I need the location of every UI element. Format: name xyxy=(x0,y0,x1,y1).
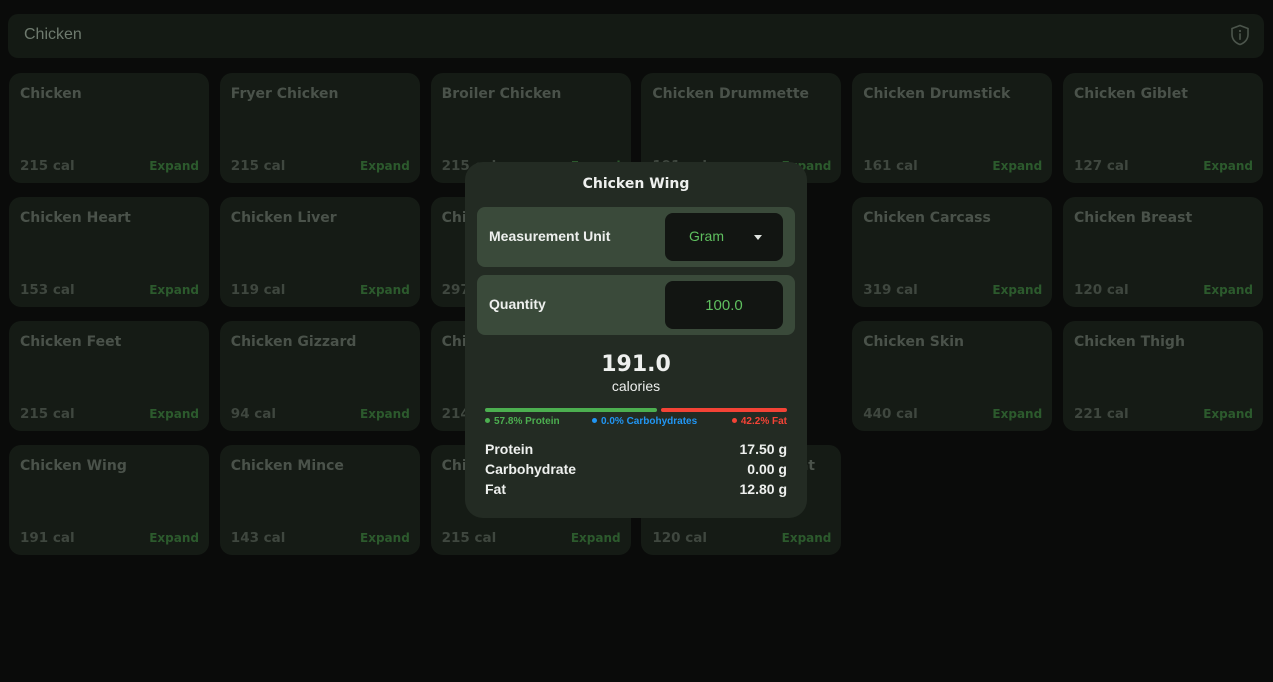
food-name: Chicken Carcass xyxy=(863,210,991,226)
food-name: Chicken xyxy=(20,86,82,102)
food-name: Chicken Skin xyxy=(863,334,964,350)
expand-button[interactable]: Expand xyxy=(360,159,410,173)
expand-button[interactable]: Expand xyxy=(149,283,199,297)
measurement-unit-row: Measurement Unit Gram xyxy=(477,207,795,267)
expand-button[interactable]: Expand xyxy=(149,159,199,173)
quantity-row: Quantity xyxy=(477,275,795,335)
food-calories: 127 cal xyxy=(1074,158,1129,174)
food-calories: 215 cal xyxy=(20,406,75,422)
protein-dot xyxy=(485,418,490,423)
search-input[interactable]: Chicken xyxy=(24,26,82,44)
food-card[interactable]: Chicken Breast 120 cal Expand xyxy=(1063,197,1263,307)
protein-legend-text: 57.8% Protein xyxy=(494,416,560,427)
calories-label: calories xyxy=(611,378,661,394)
protein-bar xyxy=(485,408,658,412)
measurement-unit-label: Measurement Unit xyxy=(489,228,611,244)
expand-button[interactable]: Expand xyxy=(360,531,410,545)
food-name: Chicken Feet xyxy=(20,334,122,350)
food-name: Fryer Chicken xyxy=(230,86,339,102)
expand-button[interactable]: Expand xyxy=(992,407,1042,421)
fat-dot xyxy=(731,418,737,423)
food-card[interactable]: Chicken Giblet 127 cal Expand xyxy=(1063,73,1263,183)
modal-title: Chicken Wing xyxy=(582,176,690,192)
quantity-label: Quantity xyxy=(489,296,546,312)
macro-name: Fat xyxy=(485,481,506,497)
carbs-dot xyxy=(592,418,597,423)
expand-button[interactable]: Expand xyxy=(360,283,410,297)
macro-name: Carbohydrate xyxy=(485,461,577,477)
fat-legend: 42.2% Fat xyxy=(731,416,787,427)
food-card[interactable]: Chicken Skin 440 cal Expand xyxy=(852,321,1053,431)
food-calories: 191 cal xyxy=(20,530,75,546)
food-name: Broiler Chicken xyxy=(441,86,562,102)
food-name: Chicken Drummette xyxy=(652,86,810,102)
food-card[interactable]: Chicken Liver 119 cal Expand xyxy=(219,197,420,307)
food-calories: 319 cal xyxy=(863,282,918,298)
expand-button[interactable]: Expand xyxy=(149,531,199,545)
food-name: Chicken Breast xyxy=(1074,210,1193,226)
macro-value: 0.00 g xyxy=(747,461,787,477)
food-calories: 215 cal xyxy=(441,530,497,546)
macro-value: 12.80 g xyxy=(739,481,787,497)
food-name: Chicken Drumstick xyxy=(863,86,1011,102)
macro-name: Protein xyxy=(485,441,534,457)
carbs-legend-text: 0.0% Carbohydrates xyxy=(601,416,698,427)
food-calories: 215 cal xyxy=(20,158,75,174)
food-card[interactable]: Chicken Drumstick 161 cal Expand xyxy=(852,73,1053,183)
food-calories: 215 cal xyxy=(230,158,286,174)
food-detail-modal: Chicken Wing Measurement Unit Gram Quant… xyxy=(465,162,807,518)
food-calories: 119 cal xyxy=(230,282,286,298)
expand-button[interactable]: Expand xyxy=(1203,407,1253,421)
macro-row-carbohydrate: Carbohydrate 0.00 g xyxy=(485,461,787,481)
carbs-legend: 0.0% Carbohydrates xyxy=(592,416,697,427)
food-card[interactable]: Chicken Thigh 221 cal Expand xyxy=(1063,321,1263,431)
expand-button[interactable]: Expand xyxy=(992,283,1042,297)
caret-down-icon xyxy=(754,235,762,240)
food-name: Chicken Giblet xyxy=(1074,86,1188,102)
food-calories: 221 cal xyxy=(1074,406,1129,422)
food-card[interactable]: Fryer Chicken 215 cal Expand xyxy=(219,73,420,183)
food-card[interactable]: Chicken Mince 143 cal Expand xyxy=(219,445,420,555)
expand-button[interactable]: Expand xyxy=(992,159,1042,173)
macro-row-protein: Protein 17.50 g xyxy=(485,441,787,461)
food-calories: 94 cal xyxy=(230,406,277,422)
food-calories: 120 cal xyxy=(1074,282,1129,298)
fat-bar xyxy=(661,408,787,412)
quantity-input[interactable] xyxy=(665,281,783,329)
food-calories: 153 cal xyxy=(20,282,75,298)
food-name: Chicken Gizzard xyxy=(230,334,357,350)
food-calories: 440 cal xyxy=(863,406,918,422)
expand-button[interactable]: Expand xyxy=(571,531,621,545)
food-card[interactable]: Chicken Gizzard 94 cal Expand xyxy=(219,321,420,431)
food-card[interactable]: Chicken Carcass 319 cal Expand xyxy=(852,197,1053,307)
food-name: Chicken Heart xyxy=(20,210,131,226)
expand-button[interactable]: Expand xyxy=(1203,283,1253,297)
expand-button[interactable]: Expand xyxy=(149,407,199,421)
expand-button[interactable]: Expand xyxy=(782,531,832,545)
food-name: Chicken Liver xyxy=(230,210,337,226)
food-card[interactable]: Chicken Heart 153 cal Expand xyxy=(9,197,209,307)
food-card[interactable]: Chicken 215 cal Expand xyxy=(9,73,209,183)
food-name: Chicken Thigh xyxy=(1074,334,1185,350)
protein-legend: 57.8% Protein xyxy=(485,416,560,427)
food-calories: 120 cal xyxy=(652,530,708,546)
measurement-unit-dropdown[interactable]: Gram xyxy=(665,213,783,261)
info-icon[interactable] xyxy=(1230,24,1250,46)
measurement-unit-value: Gram xyxy=(689,228,724,244)
search-bar[interactable]: Chicken xyxy=(8,14,1264,58)
expand-button[interactable]: Expand xyxy=(1203,159,1253,173)
macro-row-fat: Fat 12.80 g xyxy=(485,481,787,501)
food-calories: 143 cal xyxy=(230,530,286,546)
expand-button[interactable]: Expand xyxy=(360,407,410,421)
food-name: Chicken Wing xyxy=(20,458,127,474)
food-card[interactable]: Chicken Wing 191 cal Expand xyxy=(9,445,209,555)
food-card[interactable]: Chicken Feet 215 cal Expand xyxy=(9,321,209,431)
food-calories: 161 cal xyxy=(863,158,918,174)
macro-value: 17.50 g xyxy=(739,441,787,457)
food-name: Chicken Mince xyxy=(230,458,344,474)
calories-value: 191.0 xyxy=(601,352,671,377)
fat-legend-text: 42.2% Fat xyxy=(740,416,787,427)
